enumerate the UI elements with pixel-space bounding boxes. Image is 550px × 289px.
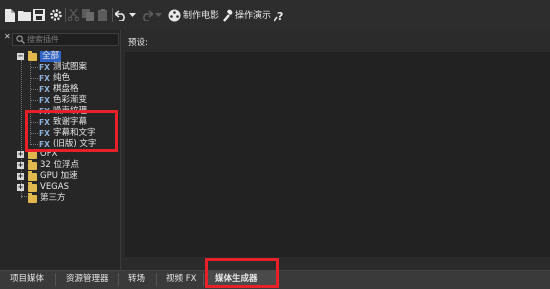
search-input[interactable] <box>27 33 117 46</box>
film-reel-icon[interactable] <box>168 8 181 22</box>
tree-item-solid-color[interactable]: 纯色 <box>53 73 70 84</box>
tree-item-color-gradient[interactable]: 色彩渐变 <box>53 95 87 106</box>
toolbar: 制作电影 操作演示 ? <box>0 0 550 30</box>
open-folder-icon[interactable] <box>18 8 31 22</box>
gear-icon[interactable] <box>50 8 62 22</box>
tutorial-label[interactable]: 操作演示 <box>235 9 271 23</box>
fx-icon: FX <box>39 74 50 83</box>
expand-toggle[interactable]: + <box>17 162 24 169</box>
collapse-toggle[interactable]: − <box>17 53 24 60</box>
redo-icon[interactable] <box>141 8 153 22</box>
expand-toggle[interactable]: + <box>17 151 24 158</box>
preset-label: 预设: <box>128 38 148 48</box>
folder-icon <box>28 193 37 203</box>
save-icon[interactable] <box>33 8 45 22</box>
paste-icon[interactable] <box>97 8 109 22</box>
help-icon[interactable]: ? <box>274 8 286 22</box>
tree-item-checkerboard[interactable]: 棋盘格 <box>53 84 79 95</box>
fx-icon: FX <box>39 63 50 72</box>
folder-icon <box>28 171 37 181</box>
wrench-icon[interactable] <box>222 8 233 22</box>
undo-icon[interactable] <box>115 8 127 22</box>
new-project-icon[interactable] <box>5 8 15 22</box>
tree-item-third-party[interactable]: 第三方 <box>40 193 66 204</box>
annotation-highlight-text-generators <box>25 110 118 152</box>
tree-item-vegas[interactable]: VEGAS <box>40 182 69 193</box>
tab-explorer[interactable]: 资源管理器 <box>66 271 109 288</box>
folder-icon <box>28 51 37 61</box>
expand-toggle[interactable]: + <box>17 173 24 180</box>
fx-icon: FX <box>39 96 50 105</box>
fx-icon: FX <box>39 85 50 94</box>
expand-toggle[interactable]: + <box>17 184 24 191</box>
folder-icon <box>28 182 37 192</box>
folder-icon <box>28 149 37 159</box>
svg-text:?: ? <box>277 10 283 22</box>
copy-icon[interactable] <box>82 8 94 22</box>
tree-item-gpu-accelerated[interactable]: GPU 加速 <box>40 171 78 182</box>
tab-video-fx[interactable]: 视频 FX <box>166 271 196 288</box>
make-movie-label[interactable]: 制作电影 <box>183 9 219 23</box>
tree-item-all[interactable]: 全部 <box>40 51 62 62</box>
tree-item-test-pattern[interactable]: 测试图案 <box>53 62 87 73</box>
undo-dropdown-icon[interactable] <box>129 8 136 22</box>
annotation-highlight-media-generators-tab <box>205 258 279 288</box>
redo-dropdown-icon[interactable] <box>155 8 162 22</box>
preset-footer <box>125 257 550 270</box>
tab-transitions[interactable]: 转场 <box>128 271 145 288</box>
cut-icon[interactable] <box>68 8 79 22</box>
close-panel-icon[interactable]: ✕ <box>4 32 12 42</box>
tab-project-media[interactable]: 项目媒体 <box>10 271 44 288</box>
search-icon <box>16 35 25 44</box>
preset-list[interactable] <box>125 52 550 257</box>
folder-icon <box>28 160 37 170</box>
tree-item-32bit-float[interactable]: 32 位浮点 <box>40 160 79 171</box>
